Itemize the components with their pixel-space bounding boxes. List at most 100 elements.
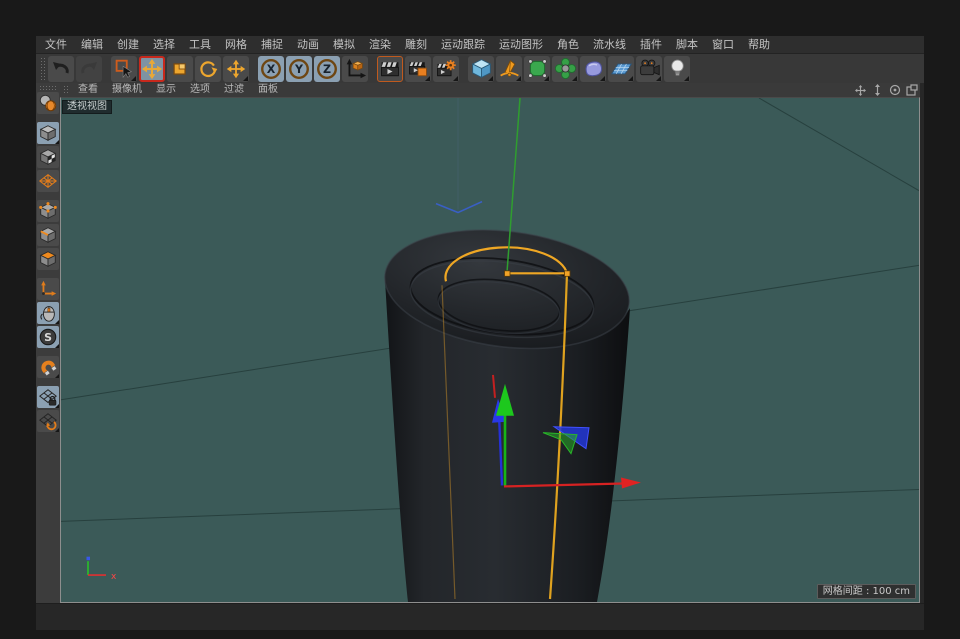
- mini-cube: [353, 61, 362, 69]
- undo-button[interactable]: [48, 56, 74, 82]
- rotate-tool-button[interactable]: [195, 56, 221, 82]
- metaball-button[interactable]: [580, 56, 606, 82]
- deformer-button[interactable]: [552, 56, 578, 82]
- dropdown-arrow-icon: [628, 76, 633, 81]
- menu-help[interactable]: 帮助: [741, 36, 777, 53]
- render-view-icon: [379, 58, 401, 80]
- lock-workplane-button[interactable]: [37, 386, 59, 408]
- viewport-solo-button[interactable]: [37, 302, 59, 324]
- workplane-marker: [436, 98, 482, 213]
- enable-snap-button[interactable]: [37, 356, 59, 378]
- perspective-viewport[interactable]: x 透视视图 网格间距 : 100 cm: [60, 97, 920, 603]
- primitive-cube-button[interactable]: [468, 56, 494, 82]
- spline-radius-handle[interactable]: [565, 271, 571, 276]
- dropdown-arrow-icon: [572, 76, 577, 81]
- menu-tools[interactable]: 工具: [182, 36, 218, 53]
- menu-sculpt[interactable]: 雕刻: [398, 36, 434, 53]
- gear: [446, 60, 456, 70]
- scale-tool-icon: [169, 58, 191, 80]
- content-row: S: [36, 83, 924, 603]
- menu-simulate[interactable]: 模拟: [326, 36, 362, 53]
- redo-button[interactable]: [76, 56, 102, 82]
- menu-window[interactable]: 窗口: [705, 36, 741, 53]
- vp-menu-options[interactable]: 选项: [183, 83, 217, 97]
- axis-y-toggle[interactable]: Y: [286, 56, 312, 82]
- menu-pipeline[interactable]: 流水线: [586, 36, 633, 53]
- world-axis-indicator: x: [87, 557, 118, 582]
- menu-plugins[interactable]: 插件: [633, 36, 669, 53]
- model-mode-button[interactable]: [37, 122, 59, 144]
- coordinate-system-icon: [343, 57, 367, 81]
- desktop: { "menu_bar": { "items": ["文件","编辑","创建"…: [0, 0, 960, 639]
- left-mode-palette: S: [36, 83, 60, 603]
- viewport-maximize-button[interactable]: [905, 84, 918, 96]
- menu-select[interactable]: 选择: [146, 36, 182, 53]
- vp-menu-cameras[interactable]: 摄像机: [105, 83, 149, 97]
- viewport-scene: x: [61, 98, 919, 602]
- dropdown-arrow-icon: [243, 76, 248, 81]
- dropdown-arrow-icon: [55, 344, 59, 348]
- workplane-button[interactable]: [37, 170, 59, 192]
- scale-tool-button[interactable]: [167, 56, 193, 82]
- menu-script[interactable]: 脚本: [669, 36, 705, 53]
- grid-spacing-label: 网格间距 : 100 cm: [817, 584, 916, 599]
- floor-button[interactable]: [608, 56, 634, 82]
- live-selection-button[interactable]: [111, 56, 137, 82]
- last-tool-button[interactable]: [223, 56, 249, 82]
- palette-drag-handle[interactable]: [39, 85, 57, 90]
- menu-create[interactable]: 创建: [110, 36, 146, 53]
- menu-mograph[interactable]: 运动图形: [492, 36, 550, 53]
- viewport-zoom-button[interactable]: [871, 84, 884, 96]
- axis-y-icon: Y: [287, 57, 311, 81]
- move-tool-icon: [141, 58, 163, 80]
- menu-render[interactable]: 渲染: [362, 36, 398, 53]
- edges-mode-button[interactable]: [37, 224, 59, 246]
- render-picture-viewer-button[interactable]: [405, 56, 431, 82]
- spline-center-handle[interactable]: [505, 271, 511, 276]
- spline-pen-button[interactable]: [496, 56, 522, 82]
- polygons-mode-button[interactable]: [37, 248, 59, 270]
- viewport-menu-bar: 查看 摄像机 显示 选项 过滤 面板: [60, 83, 920, 97]
- subdivision-surface-button[interactable]: [524, 56, 550, 82]
- texture-mode-button[interactable]: [37, 146, 59, 168]
- render-view-button[interactable]: [377, 56, 403, 82]
- axis-z-icon: Z: [315, 57, 339, 81]
- make-editable-button[interactable]: [37, 92, 59, 114]
- vp-menu-display[interactable]: 显示: [149, 83, 183, 97]
- orbit-icon: [889, 84, 901, 96]
- dropdown-arrow-icon: [55, 320, 59, 324]
- menu-edit[interactable]: 编辑: [74, 36, 110, 53]
- viewport-pan-button[interactable]: [854, 84, 867, 96]
- vp-menu-filter[interactable]: 过滤: [217, 83, 251, 97]
- viewport-rotate-button[interactable]: [888, 84, 901, 96]
- make-editable-icon: [38, 93, 58, 113]
- menu-file[interactable]: 文件: [38, 36, 74, 53]
- dropdown-arrow-icon: [55, 428, 59, 432]
- vp-menu-view[interactable]: 查看: [71, 83, 105, 97]
- snap-settings-button[interactable]: S: [37, 326, 59, 348]
- toolbar-drag-handle[interactable]: [40, 57, 45, 81]
- move-tool-button[interactable]: [139, 56, 165, 82]
- enable-axis-button[interactable]: [37, 278, 59, 300]
- svg-text:Z: Z: [323, 63, 331, 76]
- menu-motion-tracker[interactable]: 运动跟踪: [434, 36, 492, 53]
- axis-x-toggle[interactable]: X: [258, 56, 284, 82]
- camera-button[interactable]: [636, 56, 662, 82]
- points-mode-button[interactable]: [37, 200, 59, 222]
- main-toolbar: X Y Z: [36, 53, 924, 83]
- viewport-menu-drag-handle[interactable]: [63, 85, 68, 95]
- axis-z-toggle[interactable]: Z: [314, 56, 340, 82]
- workplane-rotate-button[interactable]: [37, 410, 59, 432]
- menu-mesh[interactable]: 网格: [218, 36, 254, 53]
- polygons-mode-icon: [38, 249, 58, 269]
- render-settings-button[interactable]: [433, 56, 459, 82]
- menu-snap[interactable]: 捕捉: [254, 36, 290, 53]
- workplane-icon: [38, 171, 58, 191]
- menu-animate[interactable]: 动画: [290, 36, 326, 53]
- menu-character[interactable]: 角色: [550, 36, 586, 53]
- coordinate-system-button[interactable]: [342, 56, 368, 82]
- dropdown-arrow-icon: [516, 76, 521, 81]
- light-button[interactable]: [664, 56, 690, 82]
- vp-menu-panel[interactable]: 面板: [251, 83, 285, 97]
- main-menu-bar: 文件 编辑 创建 选择 工具 网格 捕捉 动画 模拟 渲染 雕刻 运动跟踪 运动…: [36, 36, 924, 53]
